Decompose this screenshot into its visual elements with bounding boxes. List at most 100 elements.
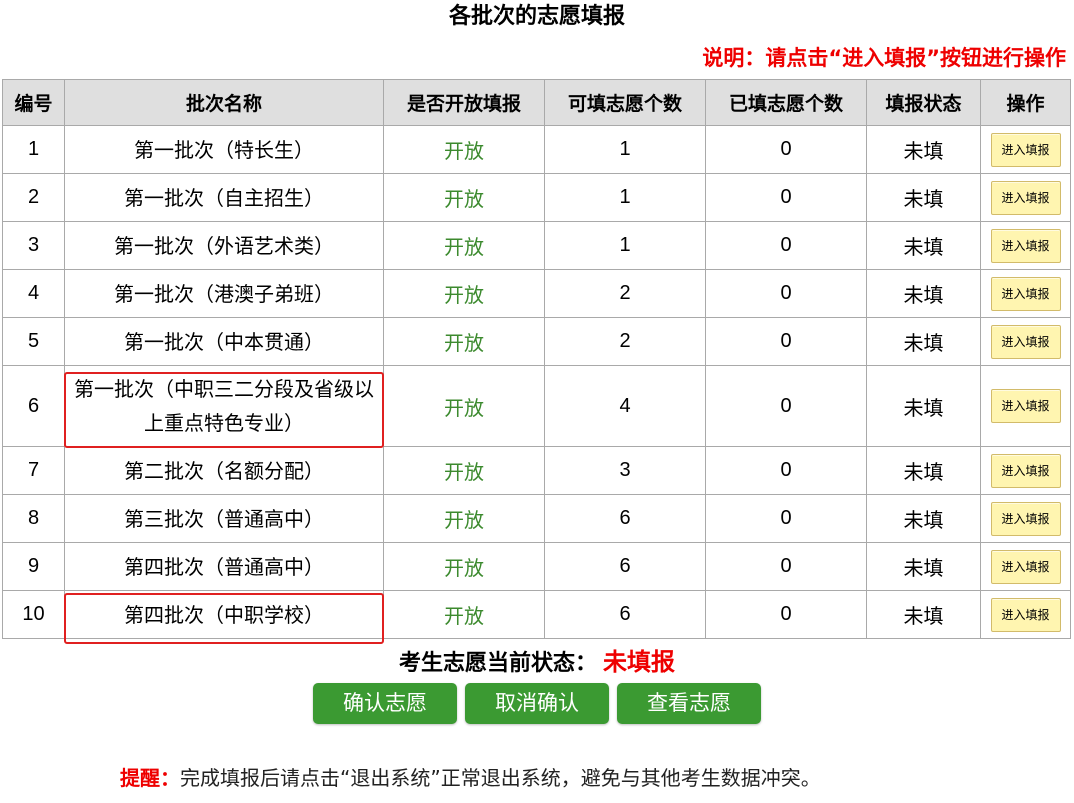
status-value: 未填报: [603, 648, 675, 676]
fill-status: 未填: [866, 446, 981, 495]
row-number: 4: [2, 269, 65, 318]
open-status: 开放: [383, 365, 545, 447]
batch-name: 第一批次（外语艺术类）: [64, 221, 384, 270]
enter-fill-button[interactable]: 进入填报: [990, 324, 1061, 359]
action-cell: 进入填报: [980, 173, 1071, 222]
fill-status: 未填: [866, 542, 981, 591]
fill-status: 未填: [866, 269, 981, 318]
reminder: 提醒：完成填报后请点击“退出系统”正常退出系统，避免与其他考生数据冲突。: [120, 763, 821, 793]
enter-fill-button[interactable]: 进入填报: [990, 180, 1061, 215]
table-header-row: 编号 批次名称 是否开放填报 可填志愿个数 已填志愿个数 填报状态 操作: [2, 79, 1071, 126]
status-label: 考生志愿当前状态：: [398, 651, 597, 676]
view-choices-button[interactable]: 查看志愿: [617, 683, 761, 724]
row-number: 6: [2, 365, 65, 447]
fill-status: 未填: [866, 365, 981, 447]
table-row: 7 第二批次（名额分配） 开放 3 0 未填 进入填报: [2, 446, 1071, 495]
open-status: 开放: [383, 173, 545, 222]
table-row: 3 第一批次（外语艺术类） 开放 1 0 未填 进入填报: [2, 221, 1071, 270]
table-row: 5 第一批次（中本贯通） 开放 2 0 未填 进入填报: [2, 317, 1071, 366]
filled-count: 0: [705, 590, 867, 639]
batch-name: 第一批次（中本贯通）: [64, 317, 384, 366]
header-number: 编号: [2, 79, 65, 126]
batch-name: 第一批次（特长生）: [64, 125, 384, 174]
action-buttons: 确认志愿 取消确认 查看志愿: [313, 683, 761, 724]
capacity-count: 1: [544, 125, 706, 174]
row-number: 3: [2, 221, 65, 270]
action-cell: 进入填报: [980, 494, 1071, 543]
page-title: 各批次的志愿填报: [448, 4, 625, 29]
reminder-text: 完成填报后请点击“退出系统”正常退出系统，避免与其他考生数据冲突。: [180, 766, 821, 790]
filled-count: 0: [705, 317, 867, 366]
capacity-count: 1: [544, 173, 706, 222]
table-row: 10 第四批次（中职学校） 开放 6 0 未填 进入填报: [2, 590, 1071, 639]
header-capacity: 可填志愿个数: [544, 79, 706, 126]
fill-status: 未填: [866, 590, 981, 639]
enter-fill-button[interactable]: 进入填报: [990, 549, 1061, 584]
filled-count: 0: [705, 542, 867, 591]
fill-status: 未填: [866, 125, 981, 174]
reminder-label: 提醒：: [120, 766, 180, 790]
header-action: 操作: [980, 79, 1071, 126]
open-status: 开放: [383, 269, 545, 318]
capacity-count: 3: [544, 446, 706, 495]
open-status: 开放: [383, 125, 545, 174]
cancel-confirm-button[interactable]: 取消确认: [465, 683, 609, 724]
row-number: 5: [2, 317, 65, 366]
open-status: 开放: [383, 221, 545, 270]
action-cell: 进入填报: [980, 365, 1071, 447]
batch-name: 第一批次（中职三二分段及省级以上重点特色专业）: [64, 365, 384, 447]
row-number: 2: [2, 173, 65, 222]
instruction-text: 说明：请点击“进入填报”按钮进行操作: [702, 46, 1066, 70]
enter-fill-button[interactable]: 进入填报: [990, 276, 1061, 311]
open-status: 开放: [383, 317, 545, 366]
table-row: 6 第一批次（中职三二分段及省级以上重点特色专业） 开放 4 0 未填 进入填报: [2, 365, 1071, 447]
batch-table: 编号 批次名称 是否开放填报 可填志愿个数 已填志愿个数 填报状态 操作 1 第…: [2, 79, 1071, 639]
filled-count: 0: [705, 365, 867, 447]
header-filled: 已填志愿个数: [705, 79, 867, 126]
filled-count: 0: [705, 221, 867, 270]
filled-count: 0: [705, 173, 867, 222]
filled-count: 0: [705, 446, 867, 495]
enter-fill-button[interactable]: 进入填报: [990, 453, 1061, 488]
table-row: 2 第一批次（自主招生） 开放 1 0 未填 进入填报: [2, 173, 1071, 222]
action-cell: 进入填报: [980, 317, 1071, 366]
enter-fill-button[interactable]: 进入填报: [990, 228, 1061, 263]
capacity-count: 2: [544, 317, 706, 366]
action-cell: 进入填报: [980, 221, 1071, 270]
header-batch-name: 批次名称: [64, 79, 384, 126]
fill-status: 未填: [866, 173, 981, 222]
enter-fill-button[interactable]: 进入填报: [990, 501, 1061, 536]
enter-fill-button[interactable]: 进入填报: [990, 597, 1061, 632]
batch-name: 第一批次（自主招生）: [64, 173, 384, 222]
header-open: 是否开放填报: [383, 79, 545, 126]
fill-status: 未填: [866, 317, 981, 366]
capacity-count: 4: [544, 365, 706, 447]
capacity-count: 6: [544, 590, 706, 639]
action-cell: 进入填报: [980, 542, 1071, 591]
row-number: 10: [2, 590, 65, 639]
row-number: 7: [2, 446, 65, 495]
batch-name: 第二批次（名额分配）: [64, 446, 384, 495]
filled-count: 0: [705, 494, 867, 543]
open-status: 开放: [383, 494, 545, 543]
table-row: 9 第四批次（普通高中） 开放 6 0 未填 进入填报: [2, 542, 1071, 591]
open-status: 开放: [383, 446, 545, 495]
table-row: 1 第一批次（特长生） 开放 1 0 未填 进入填报: [2, 125, 1071, 174]
confirm-choices-button[interactable]: 确认志愿: [313, 683, 457, 724]
enter-fill-button[interactable]: 进入填报: [990, 389, 1061, 423]
fill-status: 未填: [866, 494, 981, 543]
batch-name: 第四批次（普通高中）: [64, 542, 384, 591]
action-cell: 进入填报: [980, 269, 1071, 318]
table-row: 8 第三批次（普通高中） 开放 6 0 未填 进入填报: [2, 494, 1071, 543]
capacity-count: 6: [544, 494, 706, 543]
enter-fill-button[interactable]: 进入填报: [990, 132, 1061, 167]
fill-status: 未填: [866, 221, 981, 270]
header-status: 填报状态: [866, 79, 981, 126]
row-number: 9: [2, 542, 65, 591]
batch-name: 第一批次（港澳子弟班）: [64, 269, 384, 318]
action-cell: 进入填报: [980, 590, 1071, 639]
candidate-status: 考生志愿当前状态： 未填报: [0, 646, 1074, 680]
capacity-count: 1: [544, 221, 706, 270]
open-status: 开放: [383, 542, 545, 591]
batch-name: 第四批次（中职学校）: [64, 590, 384, 639]
